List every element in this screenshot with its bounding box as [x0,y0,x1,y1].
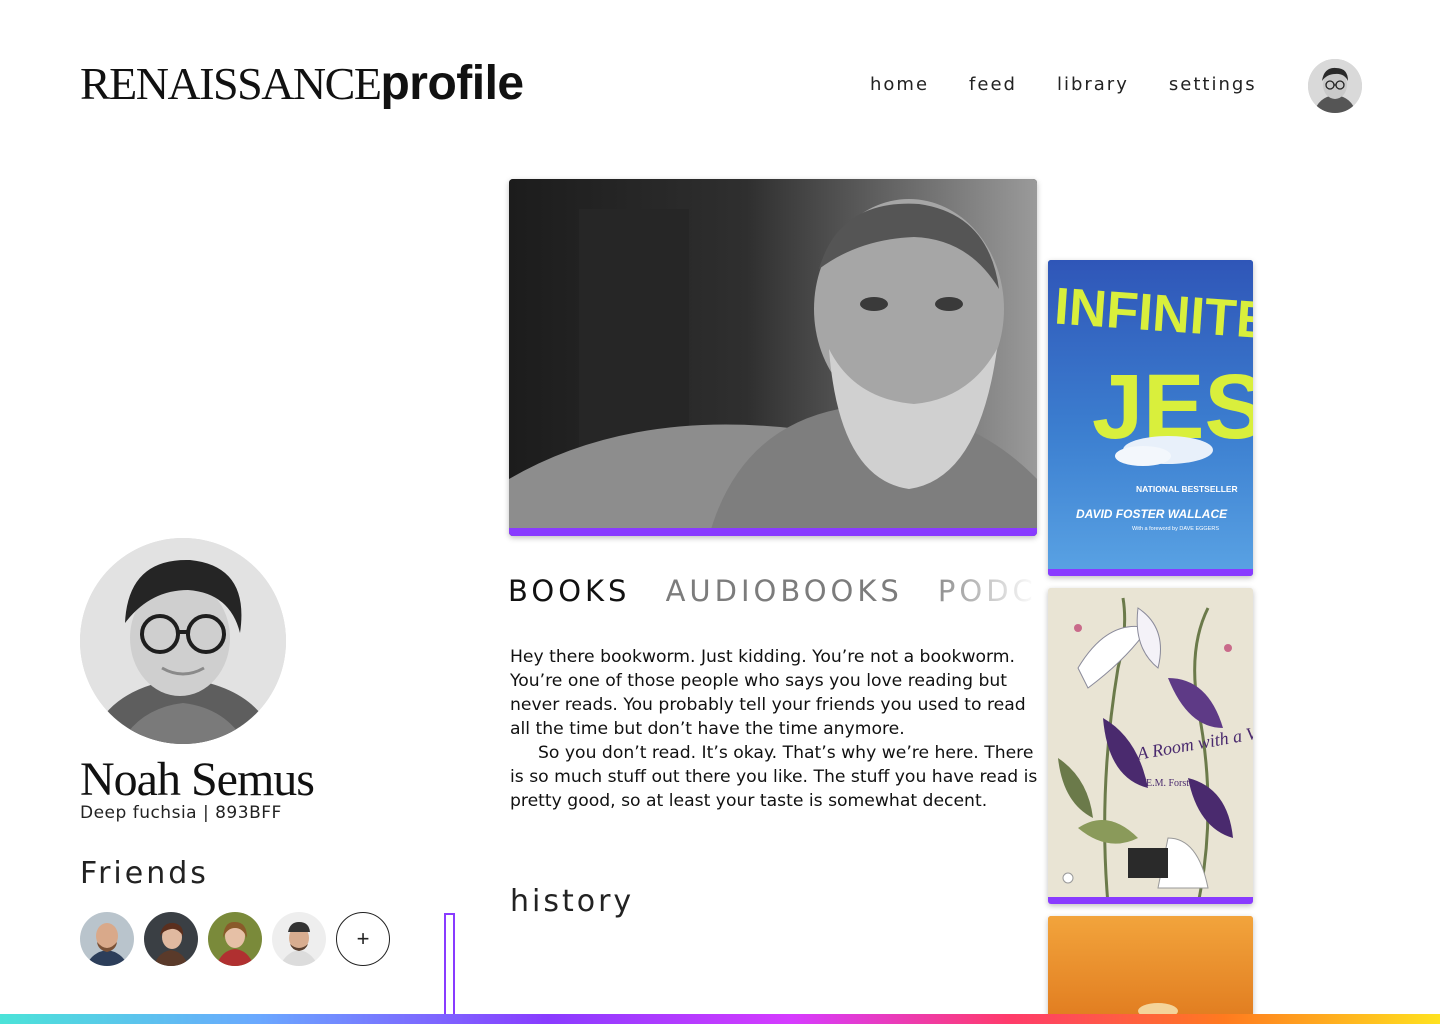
user-avatar-image [1308,59,1362,113]
infinite-jest-cover: INFINITE JEST NATIONAL BESTSELLER DAVID … [1048,260,1253,576]
book-author: DAVID FOSTER WALLACE [1076,507,1228,521]
history-heading: history [510,884,635,919]
friends-list: + [80,912,390,966]
book-badge: NATIONAL BESTSELLER [1136,484,1238,494]
tab-podcasts[interactable]: PODCASTS [938,574,1037,608]
add-friend-button[interactable]: + [336,912,390,966]
friend-avatar[interactable] [208,912,262,966]
book-accent-bar [1048,569,1253,576]
hero-author-image [509,179,1037,536]
tab-audiobooks[interactable]: AUDIOBOOKS [666,574,903,608]
app-logo[interactable]: RENAISSANCE profile [80,56,524,111]
hero-accent-bar [509,528,1037,536]
book-author-room: E.M. Forster [1146,778,1198,789]
page: RENAISSANCE profile home feed library se… [0,0,1440,1024]
nav-home[interactable]: home [870,74,929,95]
logo-bold-text: profile [380,57,524,110]
main-nav: home feed library settings [870,74,1297,95]
profile-photo [80,538,286,744]
user-avatar[interactable] [1308,59,1362,113]
room-with-a-view-cover: A Room with a View E.M. Forster [1048,588,1253,904]
profile-color-label: Deep fuchsia | 893BFF [80,803,282,823]
friend-avatar[interactable] [144,912,198,966]
book-accent-bar [1048,897,1253,904]
reader-description: Hey there bookworm. Just kidding. You’re… [510,645,1040,813]
description-paragraph-1: Hey there bookworm. Just kidding. You’re… [510,647,1026,739]
description-paragraph-2: So you don’t read. It’s okay. That’s why… [510,743,1038,811]
friend-avatar[interactable] [272,912,326,966]
logo-serif-text: RENAISSANCE [80,58,382,109]
friends-heading: Friends [80,856,209,891]
media-tabs: BOOKS AUDIOBOOKS PODCASTS [508,574,1037,614]
nav-feed[interactable]: feed [969,74,1017,95]
profile-photo-image [80,538,286,744]
timeline-bracket [444,913,455,1023]
book-cover-infinite-jest[interactable]: INFINITE JEST NATIONAL BESTSELLER DAVID … [1048,260,1253,576]
book-cover-room-with-a-view[interactable]: A Room with a View E.M. Forster [1048,588,1253,904]
tab-books[interactable]: BOOKS [508,574,630,608]
nav-library[interactable]: library [1057,74,1129,95]
hero-photo [509,179,1037,536]
book-foreword: With a foreword by DAVE EGGERS [1132,526,1219,532]
book-cover-3[interactable] [1048,916,1253,1024]
profile-name: Noah Semus [80,753,315,806]
friend-avatar[interactable] [80,912,134,966]
nav-settings[interactable]: settings [1169,74,1257,95]
bottom-gradient-bar [0,1014,1440,1024]
book-cover-3-image [1048,916,1253,1024]
